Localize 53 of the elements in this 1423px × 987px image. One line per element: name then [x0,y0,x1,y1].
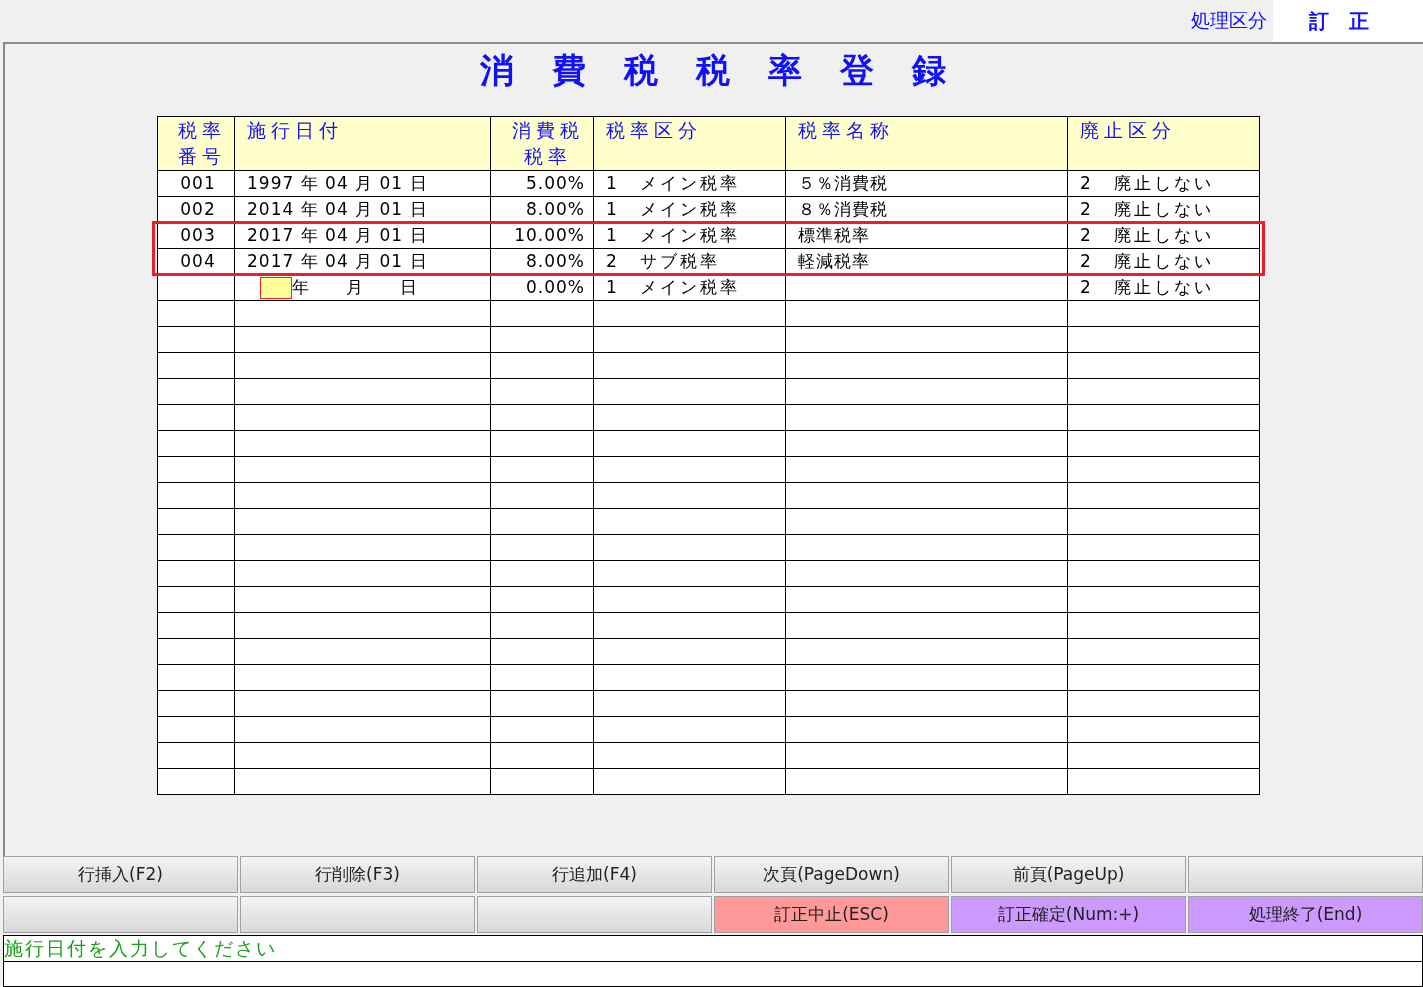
table-cell: 1 メイン税率 [593,196,786,223]
table-cell: 10.00% [490,222,594,249]
table-cell: 0.00% [490,274,594,301]
column-header: 税率区分 [606,119,702,141]
column-header: 番号 [178,145,226,167]
table-cell: 1 メイン税率 [593,274,786,301]
column-header: 廃止区分 [1080,119,1176,141]
column-header: 税率 [178,119,226,141]
table-cell: 2017 年 04 月 01 日 [234,222,491,249]
table-cell: 2 廃止しない [1067,274,1260,301]
table-cell: 8.00% [490,248,594,275]
table-cell: 1997 年 04 月 01 日 [234,170,491,197]
table-cell: 年 月 日 [292,277,418,297]
table-cell: 1 メイン税率 [593,222,786,249]
function-button[interactable]: 行追加(F4) [477,856,712,893]
mode-label: 処理区分 [1191,8,1268,33]
table-cell: 2 廃止しない [1067,170,1260,197]
function-button[interactable]: 行削除(F3) [240,856,475,893]
function-button[interactable]: 訂正確定(Num:+) [951,896,1186,933]
table-cell: 1 メイン税率 [593,170,786,197]
column-header: 税率 [524,145,572,167]
table-cell: 002 [157,196,235,223]
table-cell: 2 廃止しない [1067,196,1260,223]
year-input-field[interactable] [260,277,292,299]
table-cell: 2014 年 04 月 01 日 [234,196,491,223]
blank-button[interactable] [1188,856,1423,893]
function-button[interactable]: 前頁(PageUp) [951,856,1186,893]
column-header: 消費税 [512,119,584,141]
table-cell: 2 廃止しない [1067,248,1260,275]
blank-button[interactable] [3,896,238,933]
table-cell: ８％消費税 [785,196,1068,223]
status-message: 施行日付を入力してください [3,935,1423,962]
function-button[interactable]: 処理終了(End) [1188,896,1423,933]
table-cell: 8.00% [490,196,594,223]
table-cell: 003 [157,222,235,249]
column-header: 施行日付 [247,119,343,141]
blank-button[interactable] [240,896,475,933]
mode-value: 訂 正 [1273,0,1423,42]
table-cell: 2017 年 04 月 01 日 [234,248,491,275]
function-button[interactable]: 訂正中止(ESC) [714,896,949,933]
function-button[interactable]: 次頁(PageDown) [714,856,949,893]
table-cell: ５％消費税 [785,170,1068,197]
blank-button[interactable] [477,896,712,933]
page-title: 消 費 税 税 率 登 録 [480,49,948,92]
table-cell: 2 サブ税率 [593,248,786,275]
column-header: 税率名称 [798,119,894,141]
table-cell: 5.00% [490,170,594,197]
table-cell: 004 [157,248,235,275]
table-cell: 軽減税率 [785,248,1068,275]
table-cell: 001 [157,170,235,197]
table-cell: 標準税率 [785,222,1068,249]
function-button[interactable]: 行挿入(F2) [3,856,238,893]
table-cell: 2 廃止しない [1067,222,1260,249]
